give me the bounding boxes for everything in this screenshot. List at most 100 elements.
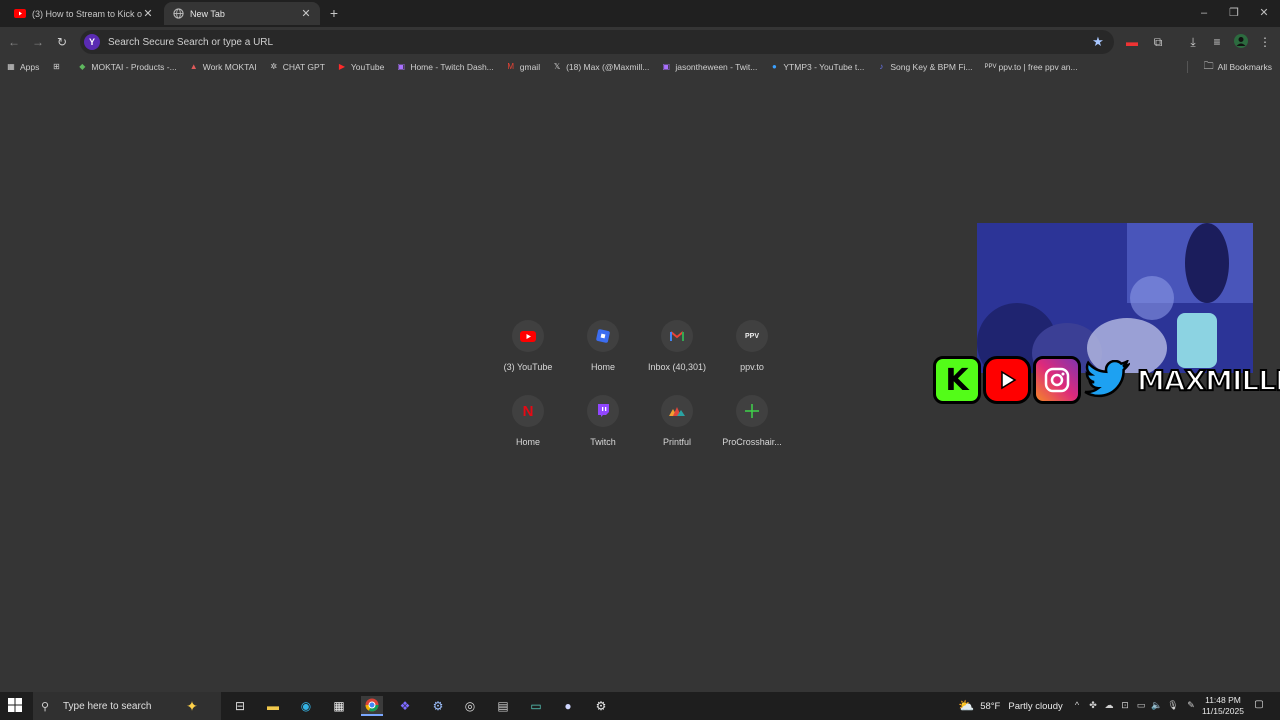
- menu-kebab-icon[interactable]: ⋮: [1257, 34, 1273, 50]
- tab-new-tab[interactable]: New Tab ✕: [164, 2, 320, 25]
- windows-taskbar: ⚲ Type here to search ✦ ⊟ ▬ ◉ ▦ ❖ ⚙ ◎ ▤ …: [0, 692, 1280, 720]
- bookmark-song-key[interactable]: ♪ Song Key & BPM Fi...: [876, 62, 972, 72]
- all-bookmarks-button[interactable]: 🗀 All Bookmarks: [1204, 57, 1272, 77]
- roblox-icon: [587, 320, 619, 352]
- pen-icon[interactable]: ✎: [1185, 699, 1197, 711]
- close-icon[interactable]: ✕: [300, 8, 312, 20]
- ppv-icon: PPV: [736, 320, 768, 352]
- shortcut-netflix-home[interactable]: N Home: [489, 395, 567, 457]
- tab-title: New Tab: [190, 8, 225, 19]
- reload-icon[interactable]: ↻: [54, 34, 70, 50]
- shortcut-roblox-home[interactable]: Home: [564, 320, 642, 382]
- chrome-icon[interactable]: [361, 696, 383, 716]
- ytmp3-icon: ●: [771, 62, 777, 71]
- bookmark-x-max[interactable]: 𝕏 (18) Max (@Maxmill...: [552, 62, 649, 72]
- tab-strip: (3) How to Stream to Kick on PC ✕ New Ta…: [0, 0, 1280, 27]
- shopify-icon: ◆: [79, 62, 86, 71]
- bookmark-gmail[interactable]: Mgmail: [506, 62, 540, 72]
- webcam-feed-image: [977, 223, 1253, 373]
- shortcut-gmail-inbox[interactable]: Inbox (40,301): [638, 320, 716, 382]
- search-icon: ⚲: [41, 700, 50, 713]
- terminal-app-icon[interactable]: ▭: [525, 696, 547, 716]
- bookmark-ppv[interactable]: PPV ppv.to | free ppv an...: [985, 62, 1078, 72]
- onedrive-cloud-icon[interactable]: ☁: [1103, 699, 1115, 711]
- bookmark-chatgpt[interactable]: ✲ CHAT GPT: [269, 62, 325, 72]
- forward-icon[interactable]: →: [30, 34, 46, 50]
- file-explorer-icon[interactable]: ▬: [262, 696, 284, 716]
- stream-handle-text: MAXMILLI22_: [1136, 363, 1280, 398]
- gmail-icon: [661, 320, 693, 352]
- tray-app-icon[interactable]: ⊡: [1119, 699, 1131, 711]
- address-bar[interactable]: Y ★: [80, 30, 1114, 54]
- tray-app-icon[interactable]: ✤: [1087, 699, 1099, 711]
- twitch-icon: ▣: [662, 62, 671, 71]
- copilot-sparkle-icon[interactable]: ✦: [181, 696, 203, 716]
- bookmark-grid[interactable]: ⊞: [51, 62, 65, 72]
- network-icon[interactable]: ▭: [1135, 699, 1147, 711]
- minimize-icon[interactable]: –: [1196, 5, 1212, 21]
- bookmark-youtube[interactable]: ▶ YouTube: [337, 62, 384, 72]
- twitch-icon: ▣: [397, 62, 406, 71]
- tab-youtube[interactable]: (3) How to Stream to Kick on PC ✕: [6, 2, 162, 25]
- obs-icon[interactable]: ●: [557, 696, 579, 716]
- show-hidden-icons-chevron-icon[interactable]: ^: [1071, 699, 1083, 711]
- bookmark-ytmp3[interactable]: ● YTMP3 - YouTube t...: [769, 62, 864, 72]
- weather-widget[interactable]: ⛅ 58°F Partly cloudy: [958, 692, 1063, 720]
- bookmark-apps[interactable]: ▦ Apps: [6, 62, 39, 72]
- notification-center-icon[interactable]: ▢: [1252, 699, 1266, 713]
- copilot-app-icon[interactable]: ❖: [394, 696, 416, 716]
- crosshair-icon: [736, 395, 768, 427]
- search-engine-icon: Y: [84, 34, 100, 50]
- microphone-icon[interactable]: 🎙: [1167, 699, 1179, 711]
- shortcut-twitch[interactable]: Twitch: [564, 395, 642, 457]
- compass-app-icon[interactable]: ◎: [459, 696, 481, 716]
- apps-icon: ▦: [7, 62, 15, 71]
- close-window-icon[interactable]: ✕: [1256, 5, 1272, 21]
- address-input[interactable]: [108, 36, 1008, 48]
- download-icon[interactable]: ⤓: [1185, 34, 1201, 50]
- toolbar: ← → ↻ Y ★ ▬ ⧉ ⤓ ≡ ⋮: [0, 27, 1280, 57]
- back-icon[interactable]: ←: [6, 34, 22, 50]
- music-icon: ♪: [879, 62, 884, 71]
- taskbar-clock[interactable]: 11:48 PM 11/15/2025: [1200, 695, 1246, 717]
- settings-gear-icon[interactable]: ⚙: [590, 696, 612, 716]
- steam-icon[interactable]: ⚙: [427, 696, 449, 716]
- shortcut-procrosshair[interactable]: ProCrosshair...: [713, 395, 791, 457]
- close-icon[interactable]: ✕: [142, 8, 154, 20]
- twitch-icon: [587, 395, 619, 427]
- mountain-icon: ▲: [189, 62, 198, 71]
- bookmark-twitch-dashboard[interactable]: ▣ Home - Twitch Dash...: [396, 62, 494, 72]
- restore-icon[interactable]: ❐: [1226, 5, 1242, 21]
- bookmark-star-icon[interactable]: ★: [1090, 34, 1106, 50]
- printful-icon: [661, 395, 693, 427]
- twitter-bird-icon: [1083, 356, 1131, 404]
- ppv-icon: PPV: [984, 64, 997, 70]
- openai-icon: ✲: [270, 62, 278, 71]
- shortcut-youtube[interactable]: (3) YouTube: [489, 320, 567, 382]
- partly-cloudy-icon: ⛅: [958, 698, 975, 713]
- task-view-icon[interactable]: ⊟: [229, 696, 251, 716]
- shortcut-printful[interactable]: Printful: [638, 395, 716, 457]
- tab-title: (3) How to Stream to Kick on PC: [32, 8, 142, 19]
- new-tab-button[interactable]: +: [327, 6, 341, 20]
- app-window-icon[interactable]: ▤: [492, 696, 514, 716]
- media-control-icon[interactable]: ≡: [1209, 34, 1225, 50]
- profile-avatar-icon[interactable]: [1233, 34, 1249, 50]
- youtube-icon: [983, 356, 1031, 404]
- shortcut-ppv[interactable]: PPV ppv.to: [713, 320, 791, 382]
- bookmark-moktai-products[interactable]: ◆ MOKTAI - Products -...: [77, 62, 176, 72]
- microsoft-store-icon[interactable]: ▦: [328, 696, 350, 716]
- youtube-icon: ▶: [338, 62, 345, 71]
- bookmark-jasontheween[interactable]: ▣ jasontheween - Twit...: [661, 62, 758, 72]
- instagram-icon: [1033, 356, 1081, 404]
- webcam-overlay: [977, 223, 1253, 373]
- volume-icon[interactable]: 🔈: [1151, 699, 1163, 711]
- folder-icon: 🗀: [1203, 60, 1214, 72]
- extension-red-icon[interactable]: ▬: [1124, 34, 1140, 50]
- kick-icon: K: [933, 356, 981, 404]
- bookmark-work-moktai[interactable]: ▲ Work MOKTAI: [189, 62, 257, 72]
- edge-icon[interactable]: ◉: [295, 696, 317, 716]
- social-handles-overlay: K MAXMILLI22_: [933, 352, 1280, 408]
- extensions-puzzle-icon[interactable]: ⧉: [1150, 34, 1166, 50]
- windows-start-icon[interactable]: [8, 698, 24, 714]
